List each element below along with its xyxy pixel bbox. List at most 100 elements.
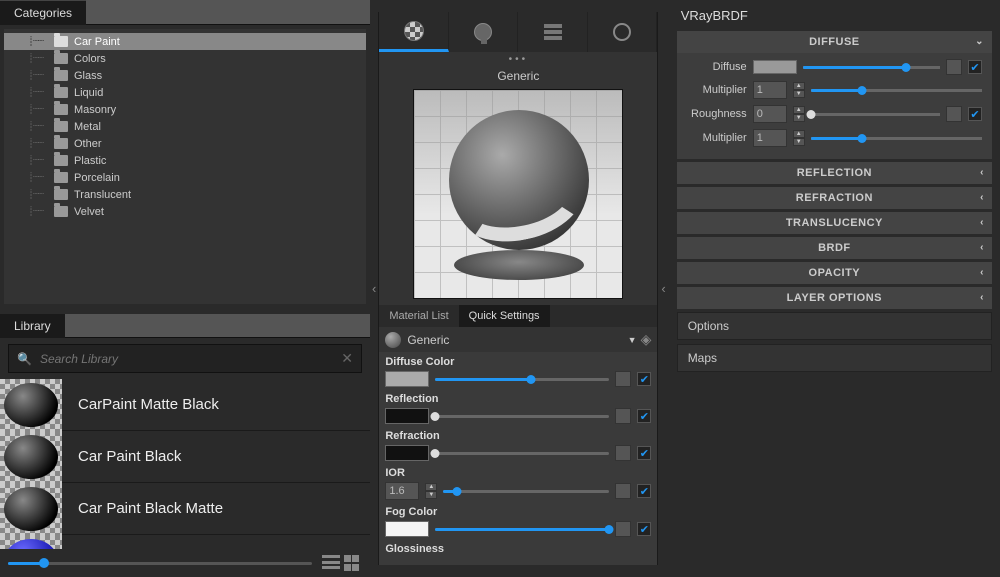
drag-handle-icon[interactable]: ••• [387, 52, 649, 67]
multiplier-input[interactable] [753, 81, 787, 99]
tab-material-list[interactable]: Material List [379, 305, 458, 327]
search-input[interactable] [40, 352, 341, 366]
spin-up[interactable]: ▲ [793, 130, 805, 138]
library-item[interactable]: Car Paint Blue [0, 535, 370, 549]
fog-color-label: Fog Color [385, 506, 651, 518]
tab-quick-settings[interactable]: Quick Settings [459, 305, 550, 327]
diffuse-checkbox[interactable]: ✔ [637, 372, 651, 386]
fog-checkbox[interactable]: ✔ [637, 522, 651, 536]
tree-item-metal[interactable]: ┊┈┈Metal [4, 118, 366, 135]
library-item[interactable]: CarPaint Matte Black [0, 379, 370, 431]
reflection-section-header[interactable]: REFLECTION‹ [677, 162, 992, 184]
spin-down[interactable]: ▼ [793, 90, 805, 98]
tab-geometry[interactable] [518, 12, 588, 52]
list-view-icon[interactable] [322, 555, 340, 571]
ior-checkbox[interactable]: ✔ [637, 484, 651, 498]
tree-guide-icon: ┊┈┈ [28, 172, 50, 183]
dropdown-icon[interactable]: ▼ [628, 335, 637, 345]
roughness-checkbox[interactable]: ✔ [968, 107, 982, 121]
ior-spin-down[interactable]: ▼ [425, 491, 437, 499]
spin-up[interactable]: ▲ [793, 106, 805, 114]
multiplier2-slider[interactable] [811, 137, 982, 140]
pin-icon[interactable]: ◈ [641, 331, 652, 348]
reflection-slider[interactable] [435, 415, 609, 418]
diffuse-slider[interactable] [435, 378, 609, 381]
spin-down[interactable]: ▼ [793, 114, 805, 122]
refraction-map-button[interactable] [615, 445, 631, 461]
folder-icon [54, 70, 68, 81]
multiplier2-input[interactable] [753, 129, 787, 147]
diffuse-swatch[interactable] [753, 60, 797, 74]
opacity-section-header[interactable]: OPACITY‹ [677, 262, 992, 284]
translucency-section-header[interactable]: TRANSLUCENCY‹ [677, 212, 992, 234]
ior-input[interactable] [385, 482, 419, 500]
diffuse-map-button[interactable] [946, 59, 962, 75]
refraction-section-header[interactable]: REFRACTION‹ [677, 187, 992, 209]
diffuse-checkbox[interactable]: ✔ [968, 60, 982, 74]
spin-down[interactable]: ▼ [793, 138, 805, 146]
diffuse-slider[interactable] [803, 66, 940, 69]
settings-tabs: Material List Quick Settings [379, 305, 657, 327]
gear-icon [613, 23, 631, 41]
maps-row[interactable]: Maps [677, 344, 992, 372]
prev-material-icon[interactable]: ‹ [370, 281, 378, 296]
categories-tab[interactable]: Categories [0, 0, 86, 25]
material-selector: Generic ▼ ◈ [379, 327, 657, 352]
fog-color-swatch[interactable] [385, 521, 429, 537]
tree-item-label: Porcelain [74, 172, 120, 184]
next-material-icon[interactable]: ‹ [658, 281, 668, 296]
diffuse-color-swatch[interactable] [385, 371, 429, 387]
reflection-map-button[interactable] [615, 408, 631, 424]
roughness-label: Roughness [687, 108, 747, 120]
reflection-checkbox[interactable]: ✔ [637, 409, 651, 423]
tab-light[interactable] [449, 12, 519, 52]
tree-item-masonry[interactable]: ┊┈┈Masonry [4, 101, 366, 118]
right-panel: VRayBRDF DIFFUSE⌄ Diffuse ✔ Multiplier ▲… [669, 0, 1000, 577]
library-list[interactable]: CarPaint Matte BlackCar Paint BlackCar P… [0, 379, 370, 549]
clear-search-icon[interactable]: ✕ [341, 350, 353, 367]
library-tab[interactable]: Library [0, 314, 65, 338]
tree-item-label: Masonry [74, 104, 116, 116]
refraction-checkbox[interactable]: ✔ [637, 446, 651, 460]
tree-item-car-paint[interactable]: ┊┈┈Car Paint [4, 33, 366, 50]
material-preview[interactable] [413, 89, 623, 299]
library-item[interactable]: Car Paint Black [0, 431, 370, 483]
tab-material[interactable] [379, 12, 449, 52]
options-row[interactable]: Options [677, 312, 992, 340]
roughness-slider[interactable] [811, 113, 940, 116]
tree-item-liquid[interactable]: ┊┈┈Liquid [4, 84, 366, 101]
tree-item-translucent[interactable]: ┊┈┈Translucent [4, 186, 366, 203]
diffuse-map-button[interactable] [615, 371, 631, 387]
ior-spin-up[interactable]: ▲ [425, 483, 437, 491]
tree-item-other[interactable]: ┊┈┈Other [4, 135, 366, 152]
tree-item-glass[interactable]: ┊┈┈Glass [4, 67, 366, 84]
fog-slider[interactable] [435, 528, 609, 531]
category-tree[interactable]: ┊┈┈Car Paint┊┈┈Colors┊┈┈Glass┊┈┈Liquid┊┈… [4, 29, 366, 304]
diffuse-section-header[interactable]: DIFFUSE⌄ [677, 31, 992, 53]
spin-up[interactable]: ▲ [793, 82, 805, 90]
middle-panel: ••• Generic Material List Quick Settings… [378, 12, 658, 565]
refraction-swatch[interactable] [385, 445, 429, 461]
multiplier-slider[interactable] [811, 89, 982, 92]
tree-guide-icon: ┊┈┈ [28, 87, 50, 98]
brdf-section-header[interactable]: BRDF‹ [677, 237, 992, 259]
roughness-input[interactable] [753, 105, 787, 123]
refraction-slider[interactable] [435, 452, 609, 455]
library-item[interactable]: Car Paint Black Matte [0, 483, 370, 535]
tree-item-porcelain[interactable]: ┊┈┈ Porcelain [4, 169, 366, 186]
thumbnail-size-slider[interactable] [8, 562, 312, 565]
roughness-map-button[interactable] [946, 106, 962, 122]
ior-slider[interactable] [443, 490, 609, 493]
grid-view-icon[interactable] [344, 555, 362, 571]
tree-item-velvet[interactable]: ┊┈┈Velvet [4, 203, 366, 220]
reflection-swatch[interactable] [385, 408, 429, 424]
tab-settings[interactable] [588, 12, 658, 52]
layer-options-section-header[interactable]: LAYER OPTIONS‹ [677, 287, 992, 309]
material-icon [404, 21, 424, 41]
tree-item-colors[interactable]: ┊┈┈Colors [4, 50, 366, 67]
fog-map-button[interactable] [615, 521, 631, 537]
ior-map-button[interactable] [615, 483, 631, 499]
chevron-left-icon: ‹ [980, 217, 984, 228]
diffuse-label: Diffuse [687, 61, 747, 73]
tree-item-plastic[interactable]: ┊┈┈Plastic [4, 152, 366, 169]
